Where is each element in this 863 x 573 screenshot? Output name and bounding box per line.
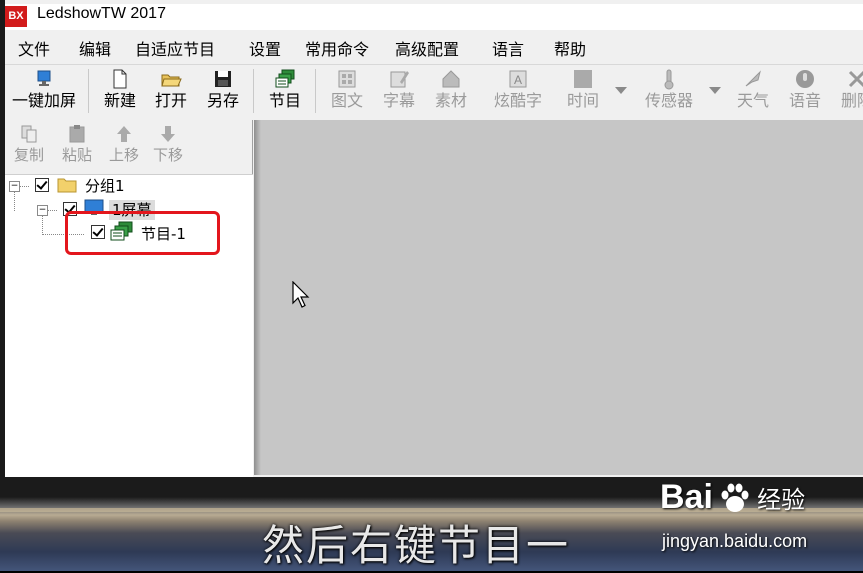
mouse-cursor-icon — [292, 281, 310, 308]
weather-button[interactable]: 天气 — [731, 68, 775, 116]
video-subtitle: 然后右键节目一 — [262, 521, 571, 570]
workspace-shadow — [254, 120, 261, 475]
paste-icon — [69, 125, 85, 143]
tree-toolbar: 复制 粘贴 上移 下移 — [5, 120, 252, 174]
menu-language[interactable]: 语言 — [492, 36, 524, 60]
expand-toggle-screen[interactable]: − — [37, 205, 48, 216]
program-stack-icon — [275, 69, 295, 88]
baidu-paw-icon — [721, 483, 749, 512]
menu-advanced-config[interactable]: 高级配置 — [395, 36, 459, 60]
program-tree-panel: 复制 粘贴 上移 下移 − 分组1 − 1屏幕 节目-1 — [5, 120, 253, 477]
time-dropdown-arrow[interactable] — [615, 87, 627, 94]
voice-label: 语音 — [788, 91, 821, 110]
open-label: 打开 — [154, 91, 187, 110]
copy-button[interactable]: 复制 — [9, 124, 49, 166]
program-button[interactable]: 节目 — [263, 68, 307, 116]
cool-text-label: 炫酷字 — [493, 91, 542, 110]
save-as-label: 另存 — [206, 91, 239, 110]
monitor-icon — [37, 70, 51, 86]
thermometer-icon — [664, 69, 674, 90]
toolbar: 一键加屏 新建 打开 另存 节目 图文 字幕 素材 A 炫酷字 时间 传感器 天… — [5, 64, 863, 117]
toolbar-separator — [88, 69, 89, 113]
weather-label: 天气 — [736, 91, 769, 110]
menu-file[interactable]: 文件 — [18, 36, 50, 60]
one-click-screen-label: 一键加屏 — [11, 91, 76, 110]
move-up-button[interactable]: 上移 — [104, 124, 144, 166]
group-checkbox[interactable] — [35, 178, 49, 192]
cool-text-icon: A — [509, 70, 527, 88]
subtitle-label: 字幕 — [382, 91, 415, 110]
menu-edit[interactable]: 编辑 — [79, 36, 111, 60]
weather-icon — [745, 70, 761, 87]
window-title: LedshowTW 2017 — [37, 5, 166, 22]
expand-toggle-group[interactable]: − — [9, 181, 20, 192]
annotation-highlight-box — [65, 211, 220, 255]
program-label: 节目 — [268, 91, 301, 110]
material-house-icon — [442, 70, 460, 88]
material-label: 素材 — [434, 91, 467, 110]
paste-label: 粘贴 — [61, 146, 92, 164]
folder-icon — [57, 178, 77, 193]
workspace-area[interactable] — [254, 120, 863, 475]
subtitle-pen-icon — [390, 71, 409, 88]
material-button[interactable]: 素材 — [429, 68, 473, 116]
open-folder-icon — [161, 74, 182, 87]
toolbar-separator — [253, 69, 254, 113]
sensor-button[interactable]: 传感器 — [639, 68, 699, 116]
app-window: BX LedshowTW 2017 文件 编辑 自适应节目 设置 常用命令 高级… — [0, 0, 863, 477]
baidu-brand-text: Bai — [660, 478, 713, 516]
delete-label: 删除 — [840, 91, 863, 110]
menu-settings[interactable]: 设置 — [249, 36, 281, 60]
move-down-label: 下移 — [152, 146, 183, 164]
open-button[interactable]: 打开 — [149, 68, 193, 116]
save-disk-icon — [215, 71, 231, 87]
menu-adaptive-program[interactable]: 自适应节目 — [135, 36, 215, 60]
tree-item-group[interactable]: 分组1 — [85, 176, 125, 196]
sensor-dropdown-arrow[interactable] — [709, 87, 721, 94]
tree-connector — [47, 210, 57, 211]
svg-text:A: A — [514, 73, 522, 87]
voice-icon — [796, 70, 814, 88]
tree-connector — [14, 191, 15, 211]
time-label: 时间 — [566, 91, 599, 110]
image-text-label: 图文 — [330, 91, 363, 110]
paste-button[interactable]: 粘贴 — [57, 124, 97, 166]
delete-button[interactable]: 删除 — [835, 68, 863, 116]
move-up-label: 上移 — [108, 146, 139, 164]
image-text-button[interactable]: 图文 — [325, 68, 369, 116]
new-file-icon — [113, 69, 127, 89]
tree-connector — [19, 186, 29, 187]
menu-help[interactable]: 帮助 — [554, 36, 586, 60]
save-as-button[interactable]: 另存 — [201, 68, 245, 116]
baidu-watermark-logo: Bai 经验 — [660, 478, 805, 522]
baidu-watermark-url: jingyan.baidu.com — [662, 531, 808, 551]
menu-common-commands[interactable]: 常用命令 — [305, 36, 369, 60]
copy-label: 复制 — [13, 146, 44, 164]
new-label: 新建 — [103, 91, 136, 110]
new-button[interactable]: 新建 — [98, 68, 142, 116]
clock-icon — [574, 70, 592, 88]
subtitle-button[interactable]: 字幕 — [377, 68, 421, 116]
time-button[interactable]: 时间 — [561, 68, 605, 116]
delete-x-icon — [848, 70, 863, 88]
app-logo-icon: BX — [5, 6, 27, 27]
arrow-down-icon — [161, 126, 175, 142]
tree-connector — [42, 215, 43, 235]
sensor-label: 传感器 — [644, 91, 693, 110]
cool-text-button[interactable]: A 炫酷字 — [485, 68, 551, 116]
image-text-icon — [338, 70, 356, 88]
one-click-screen-button[interactable]: 一键加屏 — [5, 68, 83, 116]
toolbar-separator — [315, 69, 316, 113]
menu-bar: 文件 编辑 自适应节目 设置 常用命令 高级配置 语言 帮助 — [5, 33, 863, 60]
copy-icon — [21, 125, 37, 143]
baidu-brand-suffix: 经验 — [757, 486, 806, 514]
move-down-button[interactable]: 下移 — [148, 124, 188, 166]
arrow-up-icon — [117, 126, 131, 142]
voice-button[interactable]: 语音 — [783, 68, 827, 116]
title-bar: BX LedshowTW 2017 — [5, 4, 863, 30]
